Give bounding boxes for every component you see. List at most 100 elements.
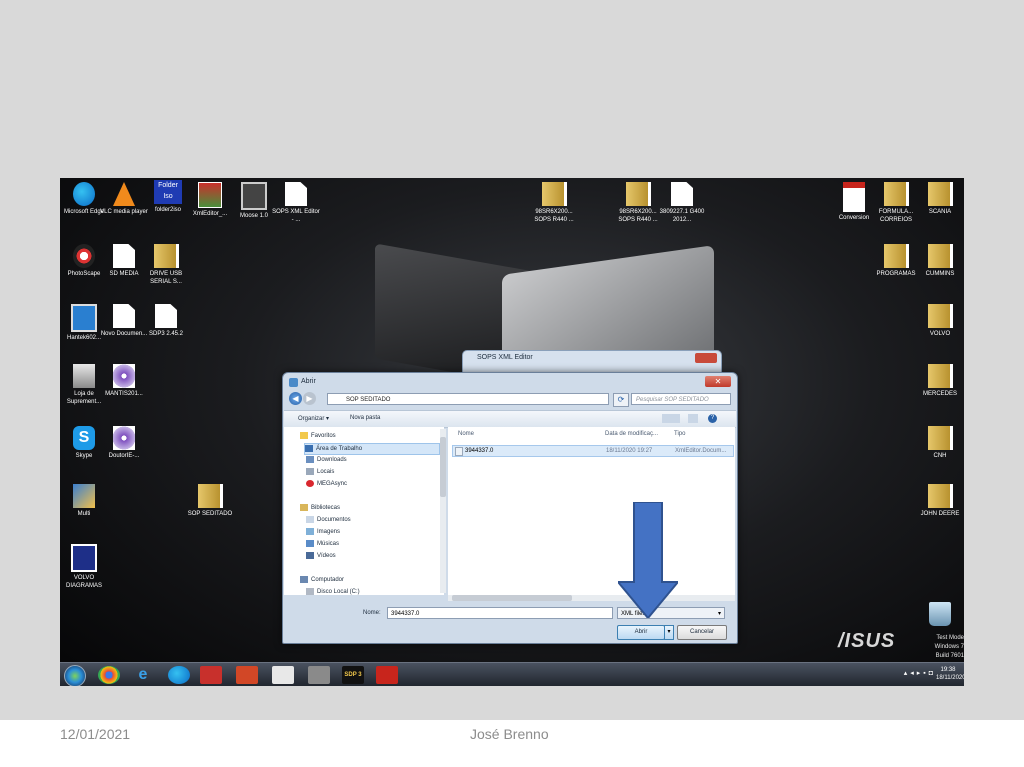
desktop-icon-sdp3[interactable]: SDP3 2.45.2	[142, 304, 190, 338]
nav-locais[interactable]: Locais	[306, 467, 334, 477]
forward-button[interactable]: ▶	[303, 392, 316, 405]
acrobat-icon[interactable]	[376, 666, 398, 684]
nav-desktop[interactable]: Área de Trabalho	[304, 443, 440, 455]
nav-local-disk[interactable]: Disco Local (C:)	[306, 587, 360, 595]
windows-start-icon[interactable]	[64, 665, 86, 686]
chevron-down-icon: ▾	[717, 611, 721, 617]
desktop-icon-vlc[interactable]: VLC media player	[100, 182, 148, 216]
notepad-icon[interactable]	[272, 666, 294, 684]
folder-icon	[197, 484, 223, 508]
views-button[interactable]	[662, 414, 680, 423]
videos-icon	[306, 551, 314, 559]
close-button[interactable]: ✕	[705, 376, 731, 387]
recycle-bin-icon	[929, 602, 951, 626]
printer-icon	[73, 364, 95, 388]
document-icon	[671, 182, 693, 206]
desktop-icon-mercedes[interactable]: MERCEDES	[916, 364, 964, 398]
search-input[interactable]: Pesquisar SOP SEDITADO	[631, 393, 731, 405]
star-icon	[300, 431, 308, 439]
annotation-arrow-down	[618, 502, 678, 618]
column-type[interactable]: Tipo	[674, 431, 685, 437]
desktop-icon-sop-seditado[interactable]: SOP SEDITADO	[186, 484, 234, 518]
nav-videos[interactable]: Vídeos	[306, 551, 336, 561]
desktop-icon-cummins[interactable]: CUMMINS	[916, 244, 964, 278]
preview-pane-button[interactable]	[688, 414, 698, 423]
nav-favorites[interactable]: Favoritos	[300, 431, 336, 441]
desktop-icon-doutorie[interactable]: DoutorIE-...	[100, 426, 148, 460]
open-button[interactable]: Abrir	[617, 625, 665, 640]
desktop-icon-mantis[interactable]: MANTIS201...	[100, 364, 148, 398]
scroll-thumb[interactable]	[440, 437, 446, 497]
desktop-screenshot: Microsoft Edge VLC media player Folder I…	[60, 178, 964, 686]
close-button[interactable]	[695, 353, 717, 363]
desktop-icon-formula-correios[interactable]: FORMULA... CORREIOS	[872, 182, 920, 224]
column-name[interactable]: Nome	[458, 431, 474, 437]
chrome-icon[interactable]	[98, 666, 120, 684]
desktop-icon-sd-media[interactable]: SD MEDIA	[100, 244, 148, 278]
refresh-button[interactable]: ⟳	[613, 393, 629, 407]
nav-downloads[interactable]: Downloads	[306, 455, 347, 465]
moose-icon[interactable]	[200, 666, 222, 684]
desktop-icon-programas[interactable]: PROGRAMAS	[872, 244, 920, 278]
desktop-icon-cnh[interactable]: CNH	[916, 426, 964, 460]
document-icon	[113, 304, 135, 328]
desktop-icon-volvo-diagramas[interactable]: VOLVO DIAGRAMAS	[60, 544, 108, 590]
scroll-thumb[interactable]	[452, 595, 572, 601]
cancel-button[interactable]: Cancelar	[677, 625, 727, 640]
mega-icon	[306, 479, 314, 487]
back-button[interactable]: ◀	[289, 392, 302, 405]
nav-images[interactable]: Imagens	[306, 527, 340, 537]
nav-megasync[interactable]: MEGAsync	[306, 479, 347, 489]
file-type: XmlEditor.Docum...	[675, 448, 727, 454]
system-tray[interactable]: ▴◂▸▪◘	[904, 669, 936, 677]
help-icon[interactable]: ?	[708, 414, 717, 423]
desktop-icon-volvo[interactable]: VOLVO	[916, 304, 964, 338]
taskbar-clock[interactable]: 19:38 18/11/2020	[936, 666, 964, 682]
nav-libraries[interactable]: Bibliotecas	[300, 503, 340, 513]
test-mode-watermark: Test Mode Windows 7 Build 7601	[934, 635, 964, 659]
file-row[interactable]: 3944337.0 18/11/2020 19:27 XmlEditor.Doc…	[452, 445, 734, 457]
nav-documents[interactable]: Documentos	[306, 515, 351, 525]
desktop-icon-multi[interactable]: Multi	[60, 484, 108, 518]
desktop-icon-sops-xml[interactable]: SOPS XML Editor - ...	[272, 182, 320, 224]
desktop-icon-scania[interactable]: SCANIA	[916, 182, 964, 216]
desktop-icon-conversion[interactable]: Conversion	[830, 182, 878, 222]
desktop-icon-xmleditor[interactable]: XmlEditor_...	[186, 182, 234, 218]
desktop-icon-john-deere[interactable]: JOHN DEERE	[916, 484, 964, 518]
desktop-icon-recycle-bin[interactable]	[916, 602, 964, 628]
window-title: SOPS XML Editor	[477, 354, 533, 361]
filename-input[interactable]: 3944337.0	[387, 607, 613, 619]
desktop-icon-novo-documento[interactable]: Novo Documen...	[100, 304, 148, 338]
open-dropdown-button[interactable]: ▾	[664, 625, 674, 640]
music-icon	[306, 539, 314, 547]
folder-icon	[927, 426, 953, 450]
ie-icon[interactable]: e	[132, 666, 154, 684]
edge-icon[interactable]	[168, 666, 190, 684]
nav-music[interactable]: Músicas	[306, 539, 339, 549]
dialog-app-icon	[289, 378, 298, 387]
desktop-icon-moose[interactable]: Moose 1.0	[230, 182, 278, 220]
desktop-icon-g400[interactable]: 3809227.1 G400 2012...	[658, 182, 706, 224]
desktop-icon-sops-folder-2[interactable]: 98SR6X200... SOPS R440 ...	[614, 182, 662, 224]
address-bar[interactable]: SOP SEDITADO	[327, 393, 609, 405]
moose-icon	[241, 182, 267, 210]
folder-icon	[927, 244, 953, 268]
file-list-hscrollbar[interactable]	[448, 595, 735, 601]
disc-icon	[113, 426, 135, 450]
powerpoint-icon[interactable]	[236, 666, 258, 684]
disk-icon[interactable]	[308, 666, 330, 684]
new-folder-button[interactable]: Nova pasta	[350, 415, 380, 421]
organize-button[interactable]: Organizar ▾	[298, 415, 329, 422]
nav-computer[interactable]: Computador	[300, 575, 344, 585]
documents-icon	[306, 515, 314, 523]
desktop-icon-sops-folder-1[interactable]: 98SR6X200... SOPS R440 ...	[530, 182, 578, 224]
sdp3-icon[interactable]: SDP 3	[342, 666, 364, 684]
desktop-icon-drive-usb[interactable]: DRIVE USB SERIAL S...	[142, 244, 190, 286]
skype-icon: S	[73, 426, 95, 450]
nav-scrollbar[interactable]	[440, 429, 446, 593]
desktop-icon-folder2iso[interactable]: Folder Iso folder2iso	[144, 180, 192, 214]
folder-icon	[883, 182, 909, 206]
folder-icon	[883, 244, 909, 268]
library-icon	[300, 503, 308, 511]
column-date[interactable]: Data de modificaç...	[605, 431, 658, 437]
